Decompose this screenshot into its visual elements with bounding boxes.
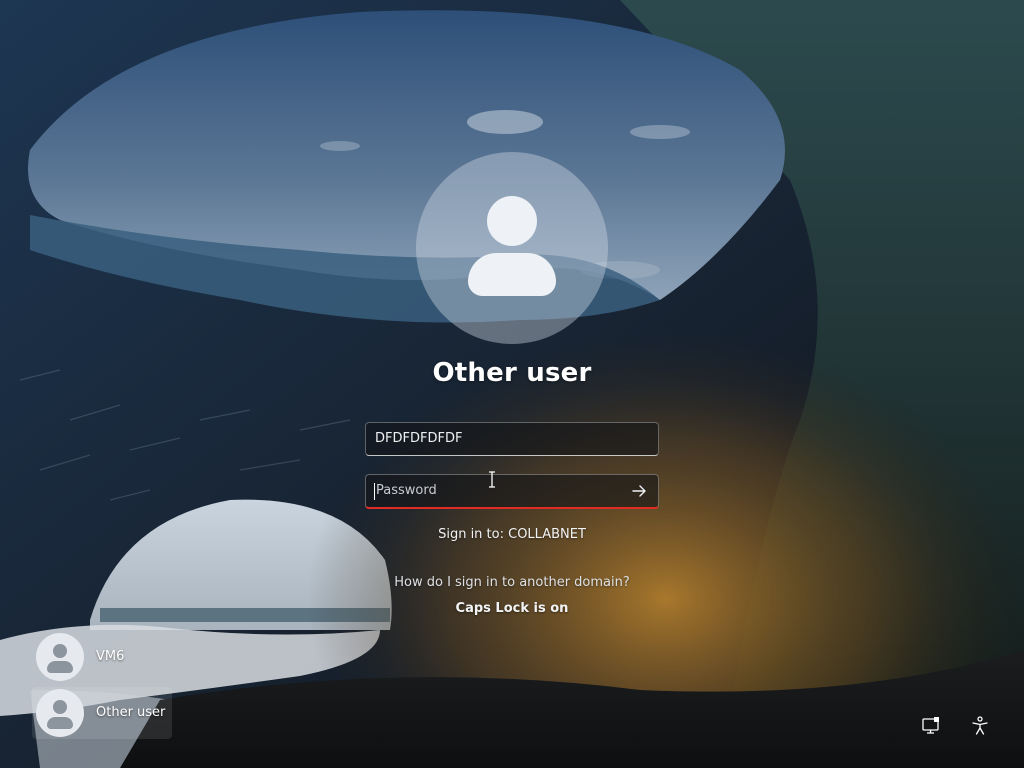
sign-in-to-domain: Sign in to: COLLABNET [438,527,586,542]
user-display-name: Other user [432,358,592,388]
arrow-right-icon[interactable] [630,482,648,500]
user-avatar-large [416,152,608,344]
avatar-body-shape [468,253,556,296]
user-tile-other-user[interactable]: Other user [32,687,172,739]
caps-lock-warning: Caps Lock is on [455,601,569,616]
user-tile-vm6[interactable]: VM6 [32,631,172,683]
user-tile-label: VM6 [96,649,125,664]
username-value: DFDFDFDFDF [375,431,463,446]
text-caret [374,483,375,500]
accessibility-icon[interactable] [969,715,991,737]
password-placeholder: Password [376,483,437,498]
user-avatar-icon [36,689,84,737]
username-field[interactable]: DFDFDFDFDF [365,422,659,456]
other-domain-link[interactable]: How do I sign in to another domain? [0,575,1024,590]
network-icon[interactable] [920,715,942,737]
password-field[interactable]: Password [365,474,659,509]
ibeam-cursor-icon [489,471,495,488]
user-avatar-icon [36,633,84,681]
avatar-head-shape [487,196,537,246]
user-tile-label: Other user [96,705,166,720]
